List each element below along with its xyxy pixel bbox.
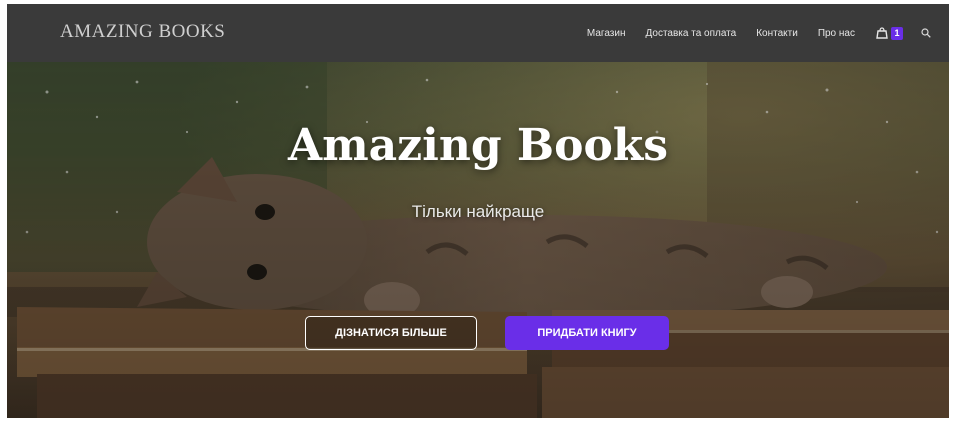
search-icon: [921, 28, 931, 38]
site-logo[interactable]: AMAZING BOOKS: [60, 21, 225, 43]
nav-item-shop[interactable]: Магазин: [587, 28, 626, 39]
search-button[interactable]: [921, 28, 931, 38]
site-header: AMAZING BOOKS Магазин Доставка та оплата…: [7, 4, 949, 62]
cart-count-badge: 1: [891, 26, 903, 40]
main-nav: Магазин Доставка та оплата Контакти Про …: [567, 4, 931, 62]
learn-more-button[interactable]: ДІЗНАТИСЯ БІЛЬШЕ: [305, 316, 477, 350]
hero-banner: Amazing Books Тільки найкраще ДІЗНАТИСЯ …: [7, 62, 949, 418]
nav-item-contacts[interactable]: Контакти: [756, 28, 798, 39]
page-frame: AMAZING BOOKS Магазин Доставка та оплата…: [7, 4, 949, 418]
hero-background-image: [7, 62, 949, 418]
hero-title: Amazing Books: [287, 120, 669, 171]
cart-button[interactable]: 1: [876, 26, 903, 40]
shopping-bag-icon: [876, 27, 888, 39]
nav-item-delivery[interactable]: Доставка та оплата: [646, 28, 737, 39]
buy-book-button[interactable]: ПРИДБАТИ КНИГУ: [505, 316, 669, 350]
nav-item-about[interactable]: Про нас: [818, 28, 855, 39]
hero-subtitle: Тільки найкраще: [411, 202, 545, 221]
